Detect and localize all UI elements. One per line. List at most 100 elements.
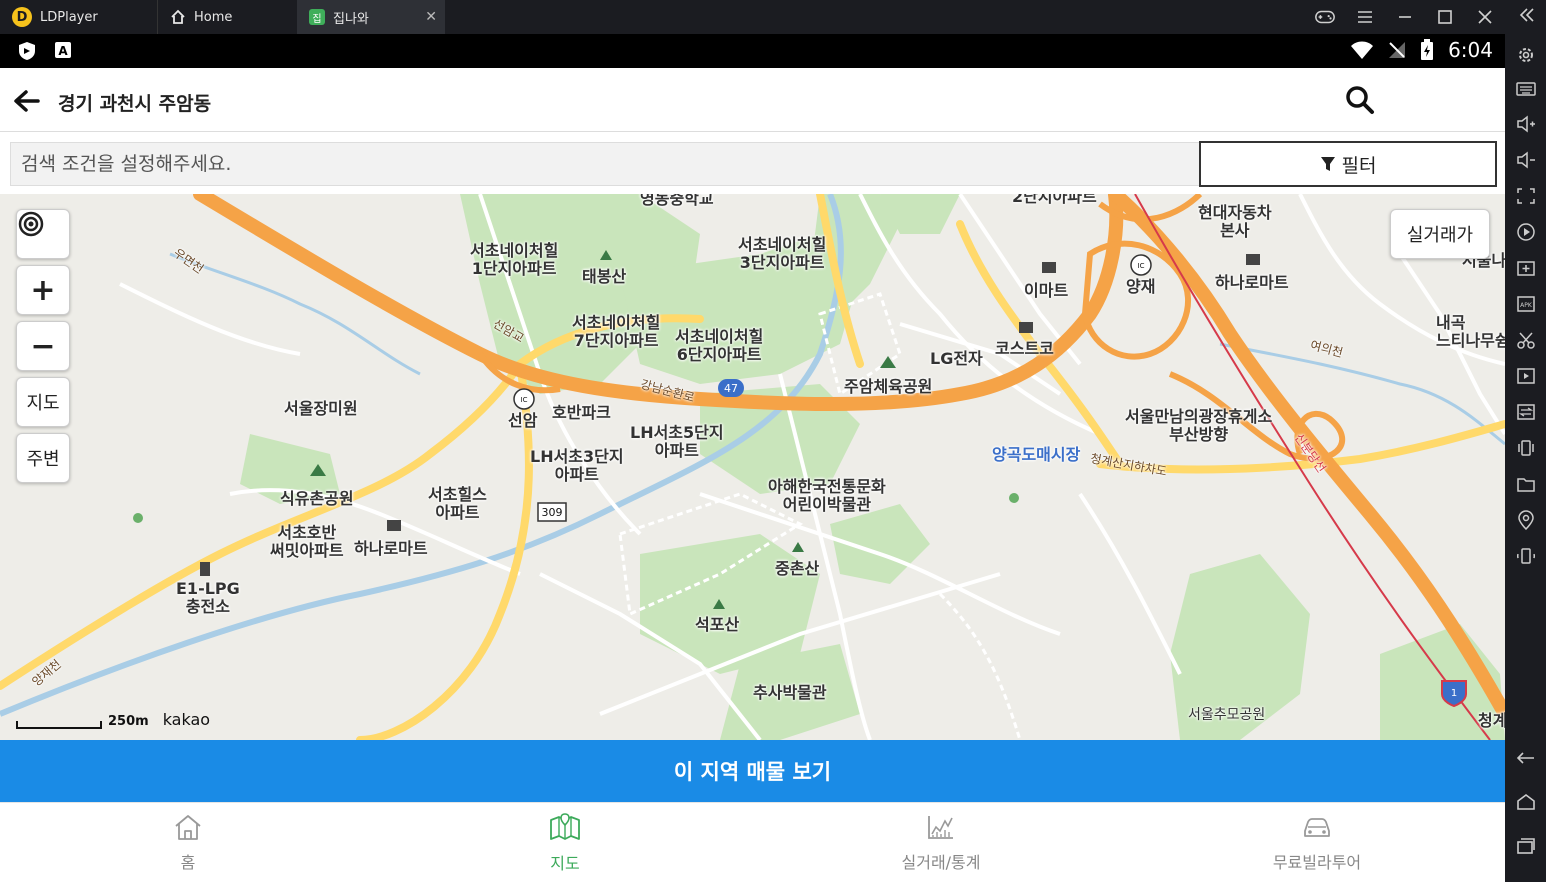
- map-label: 서울장미원: [284, 399, 358, 418]
- scissors-icon[interactable]: [1515, 329, 1537, 351]
- map-label: 서울만남의광장휴게소 부산방향: [1125, 407, 1273, 444]
- minimize-icon[interactable]: [1394, 6, 1416, 28]
- tab-home[interactable]: Home: [157, 0, 295, 34]
- maximize-icon[interactable]: [1434, 6, 1456, 28]
- map-label: 주암체육공원: [844, 377, 933, 396]
- menu-icon[interactable]: [1354, 6, 1376, 28]
- map-label: 서초네이처힐 1단지아파트: [470, 241, 559, 278]
- apk-install-icon[interactable]: APK: [1515, 293, 1537, 315]
- volume-down-icon[interactable]: [1515, 149, 1537, 171]
- kakao-attribution: kakao: [162, 710, 211, 729]
- map-label: LH서초3단지 아파트: [530, 447, 624, 484]
- car-icon: [1304, 818, 1330, 837]
- map-view[interactable]: 47 309 1 IC IC 영동중학교 서초네이처힐 1단지아파트 서초네이처힐…: [0, 194, 1505, 740]
- target-icon: [18, 211, 44, 237]
- map-label: 2단지아파트: [1012, 194, 1097, 206]
- tab-ldplayer[interactable]: D LDPlayer: [0, 0, 155, 34]
- real-price-button[interactable]: 실거래가: [1390, 209, 1490, 259]
- map-scale-bar: 250m kakao: [16, 710, 210, 729]
- map-label: 호반파크: [552, 403, 611, 422]
- map-label: 식유촌공원: [280, 489, 354, 508]
- nav-label: 실거래/통계: [901, 853, 981, 872]
- map-label: 양재: [1126, 277, 1156, 296]
- map-label: 추사박물관: [753, 683, 827, 702]
- map-label: LG전자: [930, 349, 983, 368]
- map-label: 서울추모공원: [1188, 707, 1266, 723]
- recents-nav-icon[interactable]: [1515, 835, 1537, 857]
- add-window-icon[interactable]: [1515, 257, 1537, 279]
- sync-icon[interactable]: [1515, 401, 1537, 423]
- map-label: 태봉산: [582, 267, 627, 286]
- map-mode-button[interactable]: 지도: [16, 377, 70, 427]
- search-condition-input[interactable]: 검색 조건을 설정해주세요.: [10, 142, 1200, 186]
- folder-icon[interactable]: [1515, 473, 1537, 495]
- my-location-button[interactable]: [16, 209, 70, 259]
- tab-label: 집나와: [333, 11, 369, 27]
- close-window-icon[interactable]: [1474, 6, 1496, 28]
- no-signal-icon: [1389, 42, 1406, 58]
- filter-button[interactable]: 필터: [1199, 141, 1497, 187]
- map-label: 내곡 느티나무쉼: [1436, 313, 1505, 350]
- map-label: 하나로마트: [1215, 273, 1289, 292]
- tab-label: Home: [194, 9, 233, 25]
- nav-item-home[interactable]: 홈: [88, 803, 288, 882]
- map-label: E1-LPG 충전소: [176, 579, 240, 616]
- location-icon[interactable]: [1515, 509, 1537, 531]
- map-label: 선암: [508, 411, 538, 430]
- back-arrow-icon[interactable]: [12, 86, 42, 116]
- back-nav-icon[interactable]: [1515, 747, 1537, 769]
- filter-icon: [1320, 157, 1335, 171]
- home-nav-icon[interactable]: [1515, 791, 1537, 813]
- zoom-out-button[interactable]: −: [16, 321, 70, 371]
- map-label: LH서초5단지 아파트: [630, 423, 724, 460]
- nav-item-realprice-stats[interactable]: 실거래/통계: [841, 803, 1041, 882]
- map-label: 석포산: [695, 615, 740, 634]
- fullscreen-icon[interactable]: [1515, 185, 1537, 207]
- view-listings-in-area-button[interactable]: 이 지역 매물 보기: [0, 740, 1505, 802]
- home-icon: [175, 815, 201, 840]
- route-309-shield: 309: [542, 506, 563, 519]
- tab-label: LDPlayer: [40, 9, 98, 25]
- search-condition-row: 검색 조건을 설정해주세요. 필터: [0, 132, 1505, 194]
- map-label: 코스트코: [995, 339, 1054, 358]
- map-label: 서초네이처힐 6단지아파트: [675, 327, 764, 364]
- nav-label: 무료빌라투어: [1272, 853, 1362, 872]
- gamepad-icon[interactable]: [1314, 6, 1336, 28]
- nearby-button[interactable]: 주변: [16, 433, 70, 483]
- keyboard-icon[interactable]: [1515, 78, 1537, 100]
- zoom-in-button[interactable]: +: [16, 265, 70, 315]
- nav-item-free-villa-tour[interactable]: 무료빌라투어: [1217, 803, 1417, 882]
- emulator-sidebar: APK: [1505, 34, 1546, 882]
- emulator-titlebar: D LDPlayer Home 집 집나와 ✕: [0, 0, 1546, 34]
- shake-icon[interactable]: [1515, 437, 1537, 459]
- map-label: 서초호반 써밋아파트: [270, 523, 344, 560]
- ic-marker: IC: [1138, 262, 1145, 270]
- scale-label: 250m: [108, 714, 149, 729]
- video-icon[interactable]: [1515, 365, 1537, 387]
- rotate-icon[interactable]: [1515, 545, 1537, 567]
- map-label: 중촌산: [775, 559, 820, 578]
- app-screen: 경기 과천시 주암동 검색 조건을 설정해주세요. 필터 47 309 1 IC…: [0, 68, 1505, 882]
- shield-icon: [19, 42, 35, 60]
- search-icon[interactable]: [1344, 84, 1376, 116]
- volume-up-icon[interactable]: [1515, 113, 1537, 135]
- ldplayer-logo-icon: D: [12, 7, 32, 27]
- map-label: 서초힐스 아파트: [428, 485, 487, 522]
- route-1-shield: 1: [1451, 688, 1457, 699]
- tab-app[interactable]: 집 집나와 ✕: [297, 0, 445, 34]
- map-label: 영동중학교: [640, 194, 714, 208]
- settings-gear-icon[interactable]: [1515, 44, 1537, 66]
- collapse-sidebar-icon[interactable]: [1518, 6, 1536, 29]
- bottom-navigation: 홈 지도 실거래/통계 무료빌라투어: [0, 802, 1505, 882]
- map-label: 아해한국전통문화 어린이박물관: [768, 477, 886, 514]
- nav-item-map[interactable]: 지도: [465, 803, 665, 882]
- record-icon[interactable]: [1515, 221, 1537, 243]
- close-tab-icon[interactable]: ✕: [425, 9, 437, 25]
- app-logo-icon: 집: [309, 9, 325, 25]
- svg-text:A: A: [58, 44, 68, 58]
- android-statusbar: A 6:04: [0, 34, 1505, 68]
- map-label: 양곡도매시장: [992, 445, 1081, 464]
- wifi-icon: [1351, 41, 1374, 59]
- map-label: 청계: [1478, 711, 1505, 730]
- map-label: 서초네이처힐 3단지아파트: [738, 235, 827, 272]
